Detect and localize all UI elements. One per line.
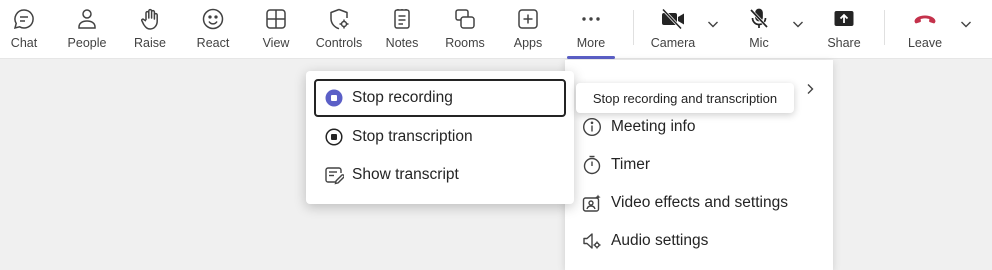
video-effects-item[interactable]: Video effects and settings [565,184,833,222]
info-icon [582,117,602,137]
toolbar-divider [884,10,885,45]
mic-options-chevron-down-icon[interactable] [791,17,805,31]
view-button[interactable]: View [260,0,292,59]
show-transcript-item[interactable]: Show transcript [314,156,566,194]
leave-phone-icon [911,5,939,33]
raise-hand-icon [136,5,164,33]
mic-off-icon [745,5,773,33]
submenu-chevron-right-icon[interactable] [803,82,817,96]
meeting-toolbar: Chat People Raise React View Controls No… [0,0,992,59]
apps-button[interactable]: Apps [512,0,544,59]
react-smiley-icon [199,5,227,33]
controls-button[interactable]: Controls [315,0,363,59]
raise-hand-button[interactable]: Raise [133,0,167,59]
people-button[interactable]: People [66,0,108,59]
raise-label: Raise [134,36,166,50]
audio-settings-label: Audio settings [611,232,709,249]
camera-off-icon [659,5,687,33]
view-label: View [262,36,290,50]
camera-label: Camera [650,36,696,50]
notes-icon [388,5,416,33]
chat-icon [10,5,38,33]
transcript-icon [324,165,345,185]
rooms-label: Rooms [445,36,485,50]
meeting-info-item[interactable]: Meeting info [565,108,833,146]
stop-transcription-label: Stop transcription [352,128,473,145]
share-button[interactable]: Share [827,0,861,59]
record-transcribe-submenu: Stop recording Stop transcription Show t… [306,71,574,204]
stop-recording-item[interactable]: Stop recording [314,79,566,117]
people-icon [73,5,101,33]
leave-label: Leave [907,36,943,50]
video-effects-icon [582,193,602,213]
stop-transcription-item[interactable]: Stop transcription [314,118,566,156]
view-grid-icon [262,5,290,33]
audio-settings-item[interactable]: Audio settings [565,222,833,260]
share-icon [830,5,858,33]
stop-recording-icon [324,88,344,108]
share-label: Share [827,36,861,50]
camera-options-chevron-down-icon[interactable] [706,17,720,31]
chat-button[interactable]: Chat [8,0,40,59]
apps-plus-icon [514,5,542,33]
meeting-info-label: Meeting info [611,118,696,135]
video-effects-label: Video effects and settings [611,194,788,211]
apps-label: Apps [513,36,543,50]
leave-options-chevron-down-icon[interactable] [959,17,973,31]
more-button[interactable]: More [567,0,615,59]
people-label: People [67,36,107,50]
timer-icon [582,155,602,175]
stop-recording-label: Stop recording [352,89,453,106]
timer-item[interactable]: Timer [565,146,833,184]
notes-button[interactable]: Notes [385,0,419,59]
camera-button[interactable]: Camera [650,0,696,59]
leave-button[interactable]: Leave [907,0,943,59]
more-label: More [576,36,606,50]
chat-label: Chat [10,36,38,50]
controls-shield-icon [325,5,353,33]
mic-label: Mic [749,36,769,50]
stop-transcription-icon [324,127,344,147]
react-label: React [196,36,230,50]
show-transcript-label: Show transcript [352,166,459,183]
rooms-button[interactable]: Rooms [445,0,485,59]
tooltip: Stop recording and transcription [576,83,794,113]
audio-settings-icon [582,231,602,251]
more-icon [577,5,605,33]
tooltip-text: Stop recording and transcription [592,90,778,106]
controls-label: Controls [315,36,363,50]
rooms-icon [451,5,479,33]
toolbar-divider [633,10,634,45]
react-button[interactable]: React [196,0,230,59]
notes-label: Notes [385,36,419,50]
timer-label: Timer [611,156,651,173]
mic-button[interactable]: Mic [744,0,774,59]
